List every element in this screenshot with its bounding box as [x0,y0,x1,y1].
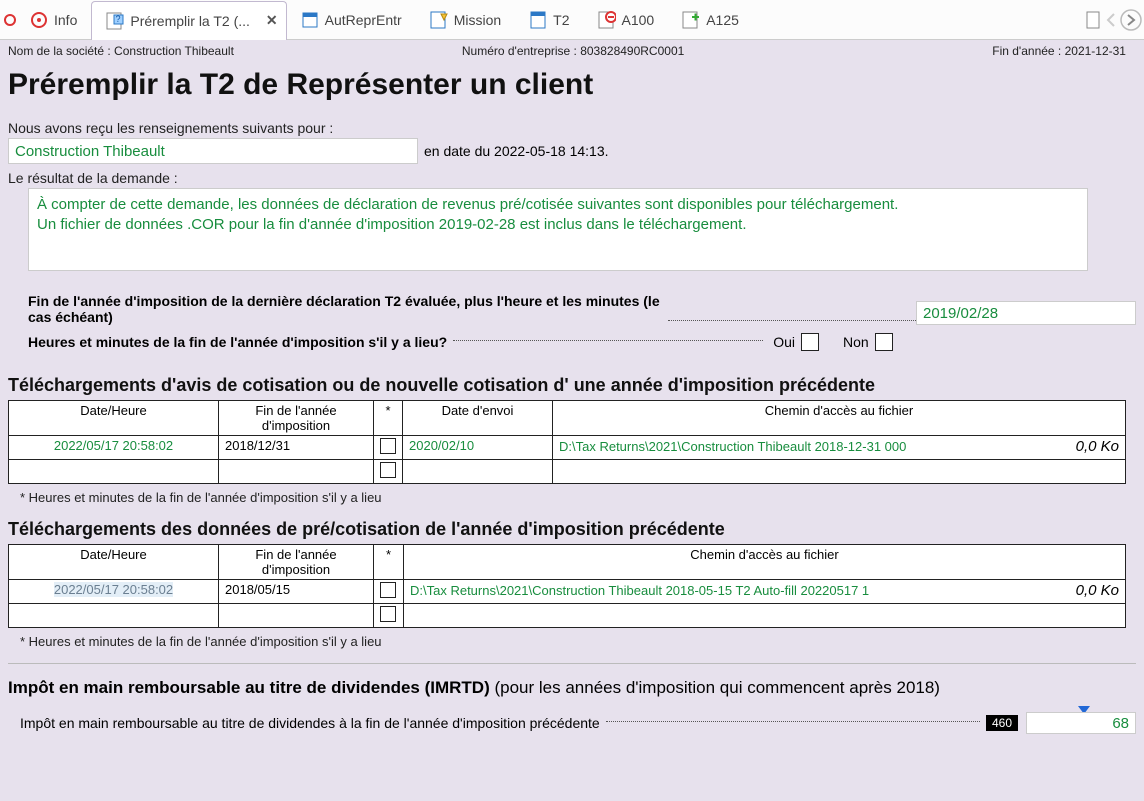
tab-a125[interactable]: A125 [668,0,753,39]
section1-footnote: * Heures et minutes de la fin de l'année… [20,490,1136,505]
result-text-box: À compter de cette demande, les données … [28,188,1088,271]
result-text-line2: Un fichier de données .COR pour la fin d… [37,215,1079,235]
form-help-icon: ? [106,12,124,30]
tab-overflow[interactable] [1070,0,1102,39]
non-label: Non [843,334,869,350]
oui-label: Oui [773,334,795,350]
col-datetime: Date/Heure [9,545,219,580]
result-text-line1: À compter de cette demande, les données … [37,195,1079,215]
table-row[interactable]: 2022/05/17 20:58:02 2018/12/31 2020/02/1… [9,436,1126,460]
line-number-box: 460 [986,715,1018,731]
tab-label: A100 [622,12,655,28]
last-fye-row: Fin de l'année d'imposition de la derniè… [28,293,1136,325]
cell-path: D:\Tax Returns\2021\Construction Thibeau… [404,580,1126,604]
col-sent: Date d'envoi [403,401,553,436]
file-path[interactable]: D:\Tax Returns\2021\Construction Thibeau… [559,439,906,454]
tab-nav-prev-icon[interactable] [4,13,16,27]
imrtd-title-bold: Impôt en main remboursable au titre de d… [8,678,490,697]
cell-path: D:\Tax Returns\2021\Construction Thibeau… [553,436,1126,460]
tab-label: Mission [454,12,501,28]
noa-downloads-table: Date/Heure Fin de l'année d'imposition *… [8,400,1126,484]
tab-nav-next-icon[interactable] [1120,9,1142,31]
imrtd-line-460: Impôt en main remboursable au titre de d… [20,712,1136,734]
file-size: 0,0 Ko [1076,438,1119,455]
tab-preremplir-t2[interactable]: ? Préremplir la T2 (... ✕ [91,1,286,40]
col-datetime: Date/Heure [9,401,219,436]
tab-label: Info [54,12,77,28]
row-checkbox[interactable] [380,462,396,478]
meta-strip: Nom de la société : Construction Thibeau… [0,40,1144,60]
close-icon[interactable]: ✕ [266,12,278,29]
oui-checkbox[interactable] [801,333,819,351]
col-fye: Fin de l'année d'imposition [219,401,374,436]
imrtd-row-label: Impôt en main remboursable au titre de d… [20,715,600,731]
form-icon [301,11,319,29]
result-label: Le résultat de la demande : [8,170,1136,186]
table-row[interactable]: 2022/05/17 20:58:02 2018/05/15 D:\Tax Re… [9,580,1126,604]
imrtd-value-input[interactable] [1026,712,1136,734]
svg-text:?: ? [116,14,121,24]
tab-t2[interactable]: T2 [515,0,583,39]
row-checkbox[interactable] [380,582,396,598]
info-icon [30,11,48,29]
asof-text: en date du 2022-05-18 14:13. [424,143,609,159]
tab-nav-prev-icon[interactable] [1104,10,1118,30]
tab-mission[interactable]: Mission [416,0,515,39]
meta-bn: Numéro d'entreprise : 803828490RC0001 [462,44,684,58]
col-fye: Fin de l'année d'imposition [219,545,374,580]
section2-footnote: * Heures et minutes de la fin de l'année… [20,634,1136,649]
cell-datetime: 2022/05/17 20:58:02 [9,436,219,460]
form-warning-icon [430,11,448,29]
row-checkbox[interactable] [380,606,396,622]
last-fye-input[interactable] [916,301,1136,325]
col-path: Chemin d'accès au fichier [404,545,1126,580]
preassess-downloads-table: Date/Heure Fin de l'année d'imposition *… [8,544,1126,628]
company-name-input[interactable] [8,138,418,164]
tab-autreprentr[interactable]: AutReprEntr [287,0,416,39]
col-star: * [374,545,404,580]
cell-datetime: 2022/05/17 20:58:02 [9,580,219,604]
last-fye-label: Fin de l'année d'imposition de la derniè… [28,293,668,325]
tab-label: A125 [706,12,739,28]
form-plus-icon [682,11,700,29]
tab-info[interactable]: Info [16,0,91,39]
tab-label: Préremplir la T2 (... [130,13,250,29]
form-minus-icon [598,11,616,29]
company-row: en date du 2022-05-18 14:13. [8,138,1136,164]
tab-label: AutReprEntr [325,12,402,28]
col-star: * [374,401,403,436]
form-icon [1084,11,1102,29]
meta-fye: Fin d'année : 2021-12-31 [992,44,1136,58]
section2-heading: Téléchargements des données de pré/cotis… [8,519,1136,540]
fields-block: Fin de l'année d'imposition de la derniè… [8,283,1136,361]
tab-a100[interactable]: A100 [584,0,669,39]
table-row[interactable] [9,604,1126,628]
section1-heading: Téléchargements d'avis de cotisation ou … [8,375,1136,396]
divider [8,663,1136,664]
page-title: Préremplir la T2 de Représenter un clien… [8,68,1136,102]
imrtd-title-rest: (pour les années d'imposition qui commen… [490,678,940,697]
hours-minutes-row: Heures et minutes de la fin de l'année d… [28,333,1136,351]
file-path[interactable]: D:\Tax Returns\2021\Construction Thibeau… [410,583,869,598]
cell-fye: 2018/05/15 [219,580,374,604]
tab-label: T2 [553,12,569,28]
tab-bar: Info ? Préremplir la T2 (... ✕ AutReprEn… [0,0,1144,40]
row-checkbox[interactable] [380,438,396,454]
table-row[interactable] [9,460,1126,484]
cell-sent: 2020/02/10 [403,436,553,460]
form-icon [529,11,547,29]
hm-label: Heures et minutes de la fin de l'année d… [28,334,447,350]
cell-fye: 2018/12/31 [219,436,374,460]
page-body: Préremplir la T2 de Représenter un clien… [0,60,1144,734]
meta-company: Nom de la société : Construction Thibeau… [8,44,234,58]
non-checkbox[interactable] [875,333,893,351]
col-path: Chemin d'accès au fichier [553,401,1126,436]
file-size: 0,0 Ko [1076,582,1119,599]
imrtd-heading: Impôt en main remboursable au titre de d… [8,678,1136,698]
intro-line1: Nous avons reçu les renseignements suiva… [8,120,1136,136]
